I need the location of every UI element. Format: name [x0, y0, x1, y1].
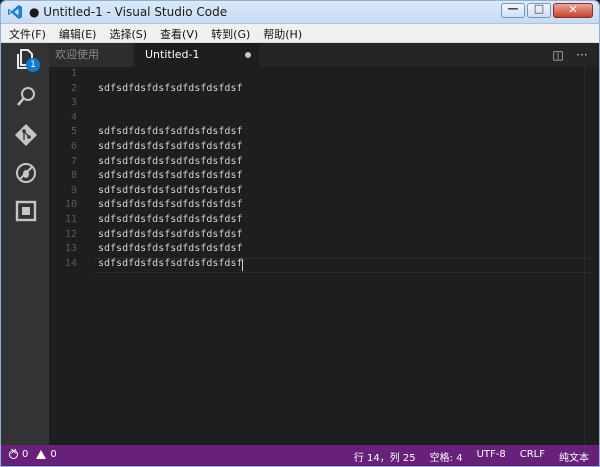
menu-bar: 文件(F) 编辑(E) 选择(S) 查看(V) 转到(G) 帮助(H)	[1, 24, 599, 43]
code-line[interactable]: 8 sdfsdfdsfdsfsdfdsfdsfdsf	[49, 170, 579, 185]
problems-indicator[interactable]: 0 0	[9, 447, 57, 460]
line-number: 6	[70, 141, 77, 152]
line-ending[interactable]: CRLF	[520, 449, 545, 464]
menu-selection[interactable]: 选择(S)	[101, 24, 152, 42]
code-line[interactable]: 6 sdfsdfdsfdsfsdfdsfdsfdsf	[49, 141, 579, 156]
code-line[interactable]: 1	[49, 68, 579, 83]
error-count: 0	[22, 449, 29, 460]
warning-icon	[36, 450, 47, 459]
text-cursor	[242, 258, 244, 271]
menu-edit[interactable]: 编辑(E)	[51, 24, 102, 42]
line-text: sdfsdfdsfdsfsdfdsfdsfdsf	[98, 141, 243, 152]
code-line[interactable]: 10 sdfsdfdsfdsfsdfdsfdsfdsf	[49, 199, 579, 214]
line-text: sdfsdfdsfdsfsdfdsfdsfdsf	[98, 257, 243, 269]
more-actions-icon[interactable]: ···	[575, 48, 589, 62]
menu-help[interactable]: 帮助(H)	[255, 24, 307, 42]
extensions-icon[interactable]	[13, 198, 39, 224]
line-text: sdfsdfdsfdsfsdfdsfdsfdsf	[98, 170, 243, 182]
editor-area[interactable]: 1 2 sdfsdfdsfdsfsdfdsfdsfdsf 3 4 5 sdfsdfdsfds…	[49, 67, 599, 445]
tab-welcome[interactable]: 欢迎使用	[49, 43, 133, 67]
line-text: sdfsdfdsfdsfsdfdsfdsfdsf	[98, 199, 243, 211]
app-window: ● Untitled-1 - Visual Studio Code — □ ✕ …	[0, 0, 600, 467]
code-line[interactable]: 13 sdfsdfdsfdsfsdfdsfdsfdsf	[49, 243, 579, 258]
search-icon[interactable]	[13, 84, 39, 110]
vscode-logo-icon	[8, 5, 22, 19]
warning-count: 0	[50, 449, 57, 460]
scrollbar[interactable]	[584, 67, 599, 445]
line-number: 1	[70, 68, 77, 79]
error-icon	[9, 447, 18, 459]
line-number: 12	[64, 228, 77, 240]
line-text: sdfsdfdsfdsfsdfdsfdsfdsf	[98, 243, 243, 255]
status-bar: 0 0 行 14，列 25 空格: 4 UTF-8 CRLF 纯文本	[1, 445, 599, 466]
encoding[interactable]: UTF-8	[477, 449, 506, 464]
code-line[interactable]: 5 sdfsdfdsfdsfsdfdsfdsfdsf	[49, 126, 579, 141]
cursor-position[interactable]: 行 14，列 25	[354, 449, 416, 464]
line-text: sdfsdfdsfdsfsdfdsfdsfdsf	[98, 126, 243, 138]
line-text: sdfsdfdsfdsfsdfdsfdsfdsf	[98, 214, 243, 225]
close-button[interactable]: ✕	[553, 3, 593, 18]
code-line[interactable]: 9 sdfsdfdsfdsfsdfdsfdsfdsf	[49, 185, 579, 200]
line-number: 9	[70, 184, 77, 196]
language-mode[interactable]: 纯文本	[559, 449, 589, 464]
line-number: 13	[64, 243, 77, 255]
menu-goto[interactable]: 转到(G)	[203, 24, 255, 42]
line-number: 5	[70, 126, 77, 138]
minimize-icon: —	[507, 2, 519, 15]
debug-icon[interactable]	[13, 160, 39, 186]
close-icon: ✕	[568, 3, 578, 16]
code-line[interactable]: 11 sdfsdfdsfdsfsdfdsfdsfdsf	[49, 214, 579, 229]
line-text: sdfsdfdsfdsfsdfdsfdsfdsf	[98, 228, 243, 240]
maximize-icon: □	[533, 2, 545, 15]
line-text: sdfsdfdsfdsfsdfdsfdsfdsf	[98, 155, 243, 167]
minimize-button[interactable]: —	[501, 2, 525, 18]
window-title: ● Untitled-1 - Visual Studio Code	[29, 5, 228, 19]
activity-bar: 1	[1, 43, 49, 445]
tab-label: Untitled-1	[145, 48, 200, 61]
line-number: 10	[64, 199, 77, 211]
line-number: 3	[70, 97, 77, 109]
tab-untitled-1[interactable]: Untitled-1	[135, 43, 259, 67]
code-line[interactable]: 12 sdfsdfdsfdsfsdfdsfdsfdsf	[49, 229, 579, 244]
line-text: sdfsdfdsfdsfsdfdsfdsfdsf	[98, 184, 243, 196]
line-number: 2	[70, 82, 77, 94]
git-icon[interactable]	[13, 122, 39, 148]
code-line[interactable]: 3	[49, 97, 579, 112]
tab-bar: 欢迎使用 Untitled-1 ◫ ···	[49, 43, 599, 67]
explorer-badge: 1	[26, 58, 40, 72]
code-line[interactable]: 14 sdfsdfdsfdsfsdfdsfdsfdsf	[49, 258, 579, 273]
line-number: 4	[70, 111, 77, 123]
code-line[interactable]: 4	[49, 112, 579, 127]
line-number: 11	[64, 214, 77, 225]
split-editor-icon[interactable]: ◫	[551, 48, 565, 62]
menu-view[interactable]: 查看(V)	[152, 24, 203, 42]
title-bar[interactable]: ● Untitled-1 - Visual Studio Code — □ ✕	[1, 1, 599, 24]
line-text: sdfsdfdsfdsfsdfdsfdsfdsf	[98, 82, 243, 94]
unsaved-dot-icon[interactable]	[245, 52, 251, 58]
maximize-button[interactable]: □	[527, 2, 551, 18]
indentation[interactable]: 空格: 4	[430, 449, 463, 464]
line-number: 14	[64, 257, 77, 269]
code-line[interactable]: 7 sdfsdfdsfdsfsdfdsfdsfdsf	[49, 156, 579, 171]
line-number: 8	[70, 170, 77, 182]
tab-label: 欢迎使用	[55, 48, 99, 61]
menu-file[interactable]: 文件(F)	[1, 24, 51, 42]
code-line[interactable]: 2 sdfsdfdsfdsfsdfdsfdsfdsf	[49, 83, 579, 98]
line-number: 7	[70, 155, 77, 167]
